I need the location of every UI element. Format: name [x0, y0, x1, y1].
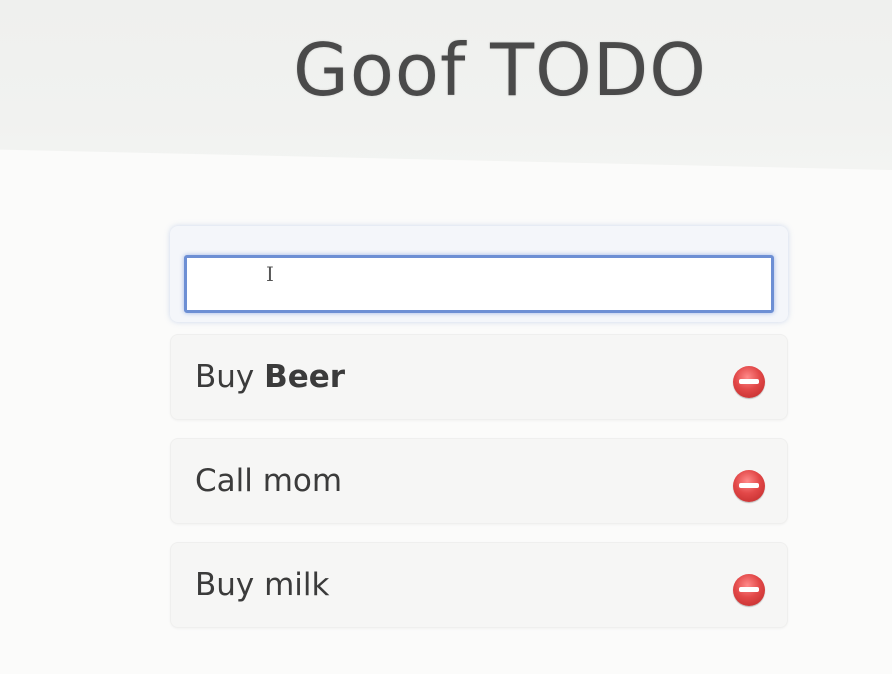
todo-item[interactable]: Buy milk: [170, 542, 788, 628]
new-todo-input[interactable]: [184, 255, 774, 313]
todo-list: Buy Beer Call mom Buy milk: [170, 334, 792, 628]
todo-app: I Buy Beer Call mom Buy milk: [170, 226, 792, 646]
minus-circle-icon: [739, 587, 759, 592]
todo-item[interactable]: Call mom: [170, 438, 788, 524]
todo-item-label: Buy Beer: [195, 359, 346, 395]
delete-todo-button[interactable]: [733, 574, 765, 606]
todo-item-label: Buy milk: [195, 567, 330, 603]
todo-item-emphasis: Beer: [264, 359, 346, 395]
todo-item-label: Call mom: [195, 463, 343, 499]
minus-circle-icon: [739, 379, 759, 384]
minus-circle-icon: [739, 483, 759, 488]
delete-todo-button[interactable]: [733, 470, 765, 502]
delete-todo-button[interactable]: [733, 366, 765, 398]
page-title: Goof TODO: [293, 28, 707, 112]
todo-item[interactable]: Buy Beer: [170, 334, 788, 420]
new-todo-container: I: [170, 226, 788, 322]
